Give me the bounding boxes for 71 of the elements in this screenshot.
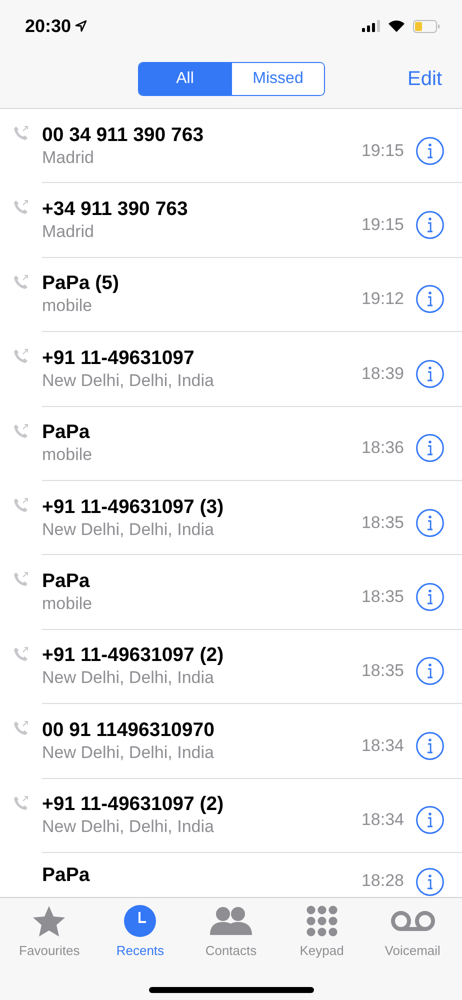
wifi-icon	[388, 20, 405, 32]
info-icon[interactable]	[416, 508, 444, 537]
outgoing-call-icon	[13, 496, 29, 513]
call-time: 18:35	[361, 587, 404, 608]
caller-name: PaPa	[42, 862, 91, 887]
clock-icon	[124, 905, 156, 937]
call-time: 18:39	[361, 364, 404, 384]
outgoing-call-icon	[13, 348, 29, 364]
people-icon	[208, 905, 253, 937]
caller-name: 00 34 911 390 763	[42, 122, 205, 147]
star-icon	[32, 905, 66, 937]
caller-name: +91 11-49631097 (3)	[42, 494, 225, 519]
outgoing-call-icon	[13, 422, 29, 439]
keypad-icon	[306, 905, 338, 937]
call-time: 18:35	[361, 661, 404, 682]
caller-name: 00 91 11496310970	[42, 718, 216, 742]
voicemail-icon	[390, 910, 436, 932]
tab-bar-item[interactable]: Voicemail	[367, 904, 458, 958]
outgoing-call-icon	[13, 646, 29, 662]
call-location: mobile	[42, 444, 94, 466]
outgoing-call-icon	[13, 199, 29, 216]
info-icon[interactable]	[416, 657, 444, 686]
caller-name: PaPa	[42, 420, 91, 444]
signal-icon	[362, 20, 380, 32]
info-icon[interactable]	[416, 806, 444, 834]
outgoing-call-icon	[13, 571, 29, 588]
info-icon[interactable]	[416, 285, 444, 314]
call-time: 19:15	[361, 215, 404, 236]
outgoing-call-icon	[13, 794, 29, 811]
call-time: 18:34	[361, 810, 404, 830]
outgoing-call-icon	[13, 125, 29, 141]
filter-tab[interactable]: All	[139, 63, 231, 95]
call-location: mobile	[42, 295, 94, 318]
clock-time: 20:30	[25, 16, 72, 36]
location-arrow-icon	[75, 20, 88, 32]
info-icon[interactable]	[416, 434, 444, 462]
outgoing-call-icon	[13, 720, 29, 736]
caller-name: PaPa	[42, 569, 91, 594]
call-location: Madrid	[42, 221, 95, 244]
info-icon[interactable]	[416, 732, 444, 760]
edit-button[interactable]: Edit	[408, 68, 442, 90]
filter-tab[interactable]: Missed	[231, 63, 324, 95]
tab-bar-item[interactable]: Keypad	[276, 904, 368, 958]
call-time: 19:15	[361, 140, 404, 161]
call-location: mobile	[42, 593, 94, 616]
call-time: 18:35	[361, 512, 404, 533]
info-icon[interactable]	[416, 211, 444, 240]
caller-name: +91 11-49631097	[42, 346, 196, 370]
tab-bar-item[interactable]: Favourites	[4, 904, 95, 958]
info-icon[interactable]	[416, 360, 444, 388]
outgoing-call-icon	[13, 274, 29, 290]
tab-bar-item[interactable]: Contacts	[186, 904, 276, 958]
info-icon[interactable]	[416, 136, 444, 165]
info-icon[interactable]	[416, 583, 444, 612]
call-time: 18:36	[361, 438, 404, 458]
call-time: 18:34	[361, 736, 404, 756]
call-time: 18:28	[361, 870, 404, 891]
call-location: New Delhi, Delhi, India	[42, 816, 215, 838]
caller-name: +91 11-49631097 (2)	[42, 792, 225, 816]
call-time: 19:12	[361, 289, 404, 310]
call-location: New Delhi, Delhi, India	[42, 742, 215, 764]
info-icon[interactable]	[416, 868, 444, 896]
battery-icon	[413, 20, 440, 32]
call-location: New Delhi, Delhi, India	[42, 370, 215, 392]
caller-name: +91 11-49631097 (2)	[42, 643, 225, 668]
call-location: New Delhi, Delhi, India	[42, 667, 215, 690]
call-location: Madrid	[42, 146, 95, 169]
caller-name: +34 911 390 763	[42, 197, 189, 222]
caller-name: PaPa (5)	[42, 271, 120, 296]
tab-bar-item[interactable]: Recents	[94, 904, 186, 958]
call-location: New Delhi, Delhi, India	[42, 518, 215, 541]
